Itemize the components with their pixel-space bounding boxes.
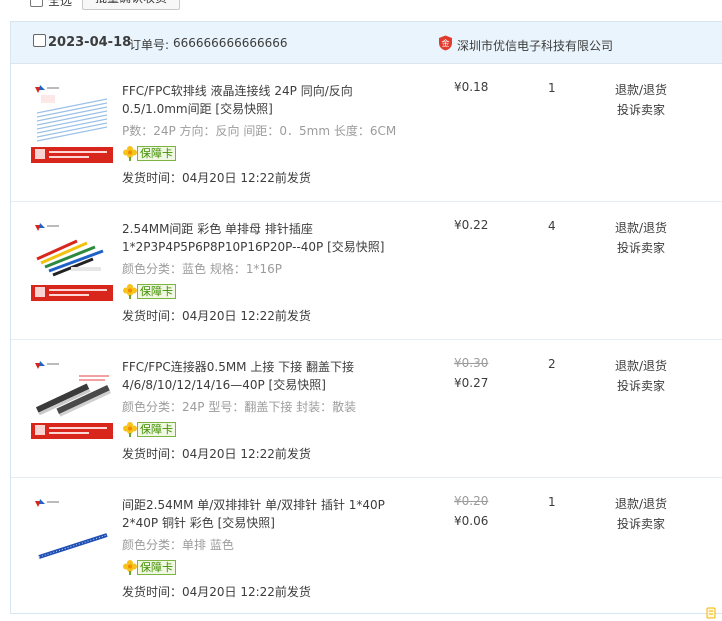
- batch-confirm-button[interactable]: 批量确认收货: [82, 0, 180, 10]
- shipping-time: 发货时间：04月20日 12:22前发货: [122, 171, 311, 185]
- order-item: FFC/FPC连接器0.5MM 上接 下接 翻盖下接 4/6/8/10/12/1…: [11, 340, 722, 478]
- unit-price: ¥0.27: [454, 376, 489, 390]
- order-card: 2023-04-18 订单号: 666666666666666 金 深圳市优信电…: [10, 21, 722, 614]
- product-spec: 颜色分类：24P 型号：翻盖下接 封装：散装: [122, 400, 357, 414]
- complain-seller-link[interactable]: 投诉卖家: [617, 515, 665, 532]
- product-spec: P数：24P 方向：反向 间距：0．5mm 长度：6CM: [122, 124, 397, 138]
- refund-link[interactable]: 退款/退货: [615, 357, 667, 374]
- guarantee-badge-label: 保障卡: [137, 560, 176, 575]
- order-item: 2.54MM间距 彩色 单排母 排针插座 1*2P3P4P5P6P8P10P16…: [11, 202, 722, 340]
- product-thumbnail[interactable]: [31, 357, 113, 439]
- select-all-checkbox[interactable]: [30, 0, 43, 7]
- unit-price: ¥0.22: [454, 218, 489, 232]
- unit-price: ¥0.18: [454, 80, 489, 94]
- quantity: 4: [548, 219, 556, 233]
- quantity: 2: [548, 357, 556, 371]
- product-title-link[interactable]: 2.54MM间距 彩色 单排母 排针插座 1*2P3P4P5P6P8P10P16…: [122, 220, 422, 256]
- guarantee-badge-label: 保障卡: [137, 284, 176, 299]
- quantity: 1: [548, 495, 556, 509]
- order-checkbox[interactable]: [33, 34, 46, 47]
- product-thumbnail[interactable]: [31, 81, 113, 163]
- shop-name-link[interactable]: 深圳市优信电子科技有限公司: [457, 37, 613, 54]
- order-item: 间距2.54MM 单/双排排针 单/双排针 插针 1*40P 2*40P 铜针 …: [11, 478, 722, 614]
- order-item: FFC/FPC软排线 液晶连接线 24P 同向/反向 0.5/1.0mm间距 […: [11, 64, 722, 202]
- order-date: 2023-04-18: [48, 35, 132, 50]
- guarantee-badge-label: 保障卡: [137, 422, 176, 437]
- feedback-icon[interactable]: [704, 606, 718, 620]
- select-all-label[interactable]: 全选: [48, 0, 72, 9]
- order-number: 666666666666666: [173, 36, 288, 50]
- complain-seller-link[interactable]: 投诉卖家: [617, 377, 665, 394]
- flower-icon: [123, 560, 137, 575]
- product-thumbnail[interactable]: [31, 219, 113, 301]
- product-title-link[interactable]: 间距2.54MM 单/双排排针 单/双排针 插针 1*40P 2*40P 铜针 …: [122, 496, 422, 532]
- refund-link[interactable]: 退款/退货: [615, 81, 667, 98]
- refund-link[interactable]: 退款/退货: [615, 219, 667, 236]
- product-thumbnail[interactable]: [31, 495, 113, 577]
- flower-icon: [123, 284, 137, 299]
- original-price: ¥0.20: [454, 494, 489, 508]
- complain-seller-link[interactable]: 投诉卖家: [617, 239, 665, 256]
- flower-icon: [123, 422, 137, 437]
- original-price: ¥0.30: [454, 356, 489, 370]
- shipping-time: 发货时间：04月20日 12:22前发货: [122, 585, 311, 599]
- unit-price: ¥0.06: [454, 514, 489, 528]
- order-header: 2023-04-18 订单号: 666666666666666 金 深圳市优信电…: [11, 22, 722, 64]
- svg-text:金: 金: [442, 38, 450, 48]
- quantity: 1: [548, 81, 556, 95]
- shipping-time: 发货时间：04月20日 12:22前发货: [122, 309, 311, 323]
- shop-badge-icon: 金: [439, 35, 452, 51]
- guarantee-badge-label: 保障卡: [137, 146, 176, 161]
- product-title-link[interactable]: FFC/FPC软排线 液晶连接线 24P 同向/反向 0.5/1.0mm间距 […: [122, 82, 422, 118]
- top-toolbar: 全选 批量确认收货: [0, 0, 722, 12]
- shipping-time: 发货时间：04月20日 12:22前发货: [122, 447, 311, 461]
- complain-seller-link[interactable]: 投诉卖家: [617, 101, 665, 118]
- product-spec: 颜色分类：单排 蓝色: [122, 538, 234, 552]
- flower-icon: [123, 146, 137, 161]
- order-number-label: 订单号:: [129, 38, 170, 52]
- product-title-link[interactable]: FFC/FPC连接器0.5MM 上接 下接 翻盖下接 4/6/8/10/12/1…: [122, 358, 422, 394]
- refund-link[interactable]: 退款/退货: [615, 495, 667, 512]
- product-spec: 颜色分类：蓝色 规格：1*16P: [122, 262, 282, 276]
